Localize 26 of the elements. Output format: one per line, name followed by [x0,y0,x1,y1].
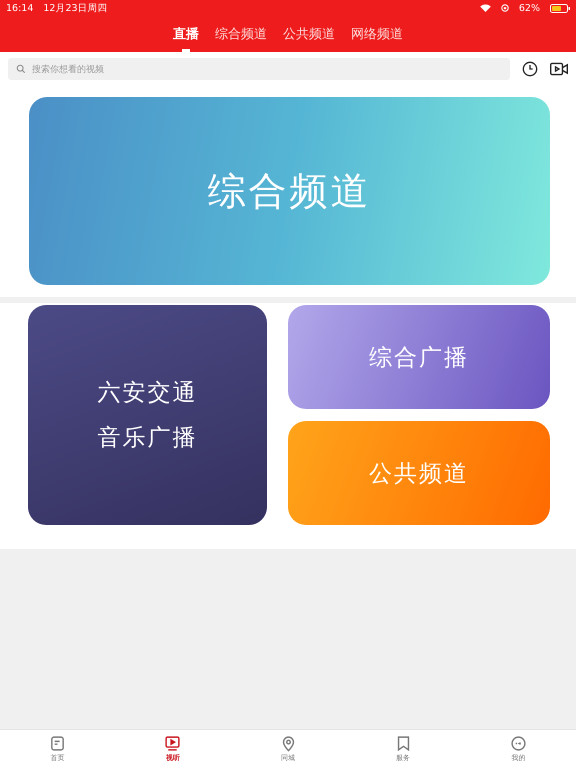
wifi-icon [480,4,491,12]
card-title: 公共频道 [369,460,469,488]
card-title: 六安交通 [98,379,198,408]
face-icon [510,735,527,752]
document-icon [49,735,66,752]
channel-card[interactable]: 六安交通 音乐广播 [28,305,267,525]
lock-rotation-icon [500,4,509,12]
status-time: 16:14 [6,2,34,14]
channel-tab[interactable]: 综合频道 [215,25,267,52]
search-placeholder: 搜索你想看的视频 [32,64,104,76]
battery-icon [550,4,570,12]
video-camera-icon[interactable] [550,61,568,77]
search-icon [16,64,26,74]
banner-title: 综合频道 [208,168,372,214]
card-title: 音乐广播 [98,424,198,453]
card-title: 综合广播 [369,344,469,372]
status-date: 12月23日周四 [43,2,108,14]
channel-card[interactable]: 综合广播 [288,305,550,409]
channel-banner[interactable]: 综合频道 [29,97,550,285]
battery-percent: 62% [518,2,540,14]
channel-card[interactable]: 公共频道 [288,421,550,525]
play-icon [164,735,182,752]
channel-tab[interactable]: 公共频道 [283,25,335,52]
channel-tab[interactable]: 网络频道 [351,25,403,52]
clock-icon[interactable] [522,61,538,77]
search-field[interactable]: 搜索你想看的视频 [8,58,510,80]
